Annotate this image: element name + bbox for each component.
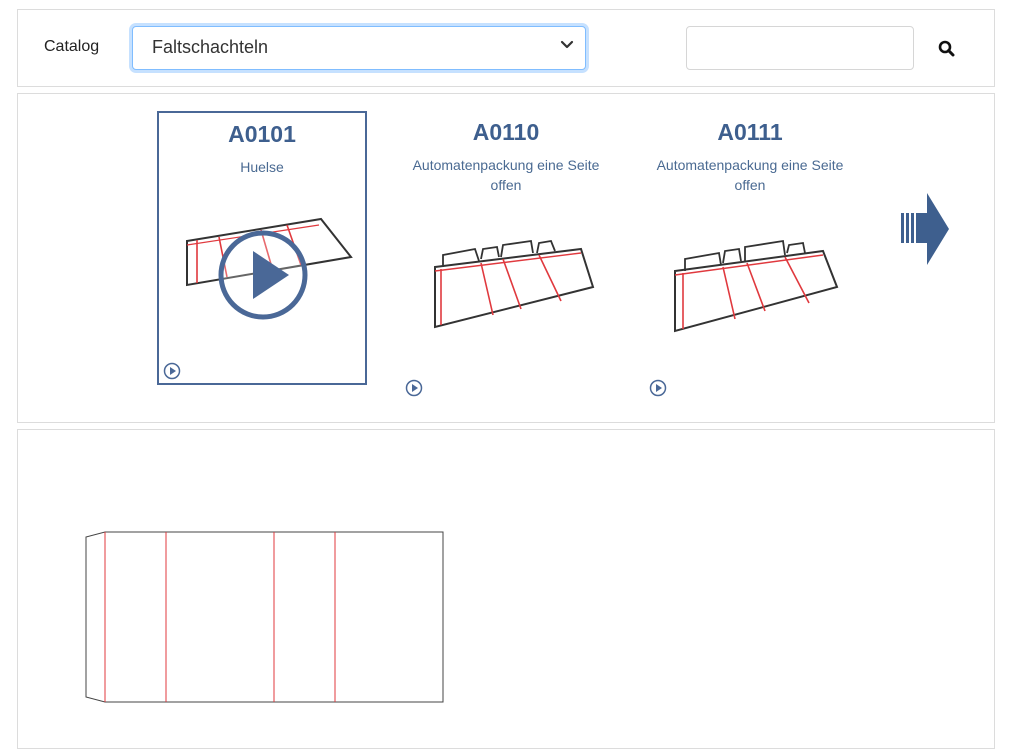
play-circle-icon[interactable]: [649, 379, 667, 397]
carousel-card-a0111[interactable]: A0111 Automatenpackung eine Seite offen: [645, 111, 855, 397]
card-description: Automatenpackung eine Seite offen: [412, 157, 600, 193]
box-sketch-image: [674, 239, 839, 333]
catalog-label: Catalog: [44, 38, 100, 55]
carousel-card-a0110[interactable]: A0110 Automatenpackung eine Seite offen: [401, 111, 611, 397]
search-icon: [938, 40, 955, 57]
card-description: Huelse: [240, 159, 284, 175]
search-button[interactable]: [928, 36, 964, 62]
card-code: A0101: [228, 121, 296, 147]
card-code: A0110: [472, 119, 540, 145]
arrow-right-icon[interactable]: [901, 193, 951, 265]
box-sketch-image: [434, 239, 595, 329]
product-carousel: A0101 Huelse A0110 Automatenpackung eine…: [17, 93, 995, 423]
chevron-down-icon: [560, 40, 574, 49]
catalog-select[interactable]: Faltschachteln: [132, 26, 586, 70]
card-code: A0111: [717, 119, 783, 145]
carousel-card-a0101[interactable]: A0101 Huelse: [157, 111, 367, 385]
play-circle-icon[interactable]: [405, 379, 423, 397]
catalog-select-value: Faltschachteln: [152, 37, 269, 57]
play-overlay-icon[interactable]: [217, 229, 309, 321]
dieline-drawing: [85, 531, 444, 703]
card-description: Automatenpackung eine Seite offen: [656, 157, 844, 193]
dieline-preview: [17, 429, 995, 749]
search-input[interactable]: [686, 26, 914, 70]
play-circle-icon[interactable]: [163, 362, 181, 380]
catalog-toolbar: Catalog Faltschachteln: [17, 9, 995, 87]
